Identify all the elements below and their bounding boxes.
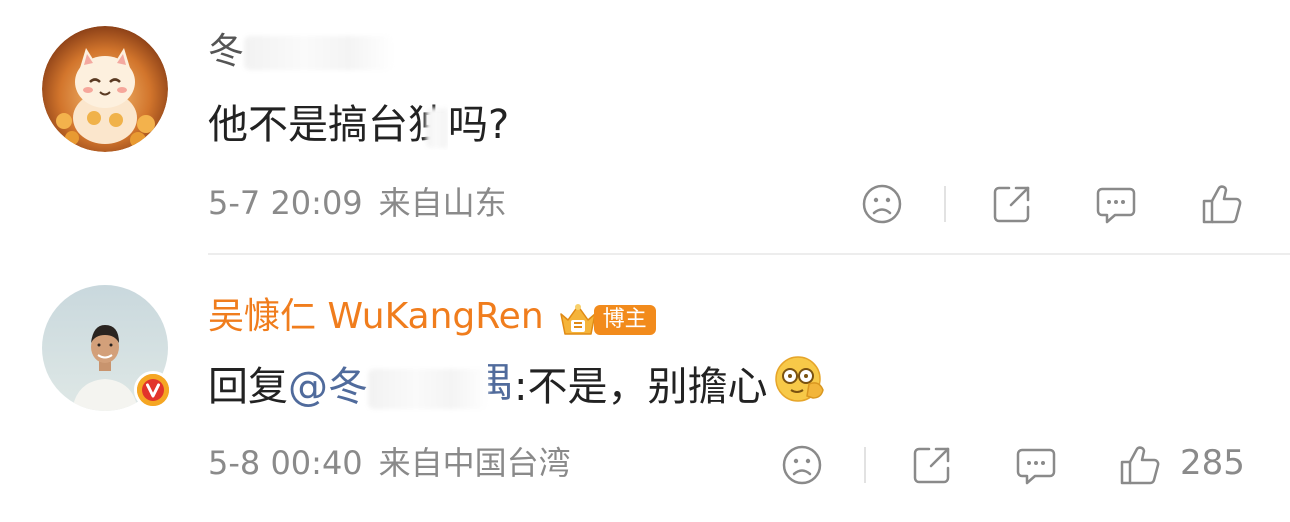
- comment-location: 来自中国台湾: [378, 444, 571, 482]
- reply-prefix: 回复: [208, 364, 288, 410]
- action-divider: [944, 186, 946, 222]
- sad-face-icon[interactable]: [860, 182, 904, 226]
- comment-username[interactable]: 冬: [208, 30, 395, 74]
- thumbs-up-icon[interactable]: [1200, 182, 1244, 226]
- badge-label: 博主: [593, 305, 656, 335]
- comment-text: 他不是搞台独吗?: [208, 100, 509, 150]
- comment-username[interactable]: 吴慷仁 WuKangRen 博主: [208, 295, 656, 339]
- like-count: 285: [1180, 443, 1245, 483]
- sad-face-icon[interactable]: [780, 443, 824, 487]
- thumbs-up-icon[interactable]: [1118, 443, 1162, 487]
- cat-avatar-icon: [42, 26, 168, 152]
- comment-date: 5-8 00:40: [208, 444, 363, 482]
- blogger-badge: 博主: [558, 297, 656, 335]
- partially-redacted-char: 独: [408, 100, 448, 150]
- reply-text: :不是，别擔心: [514, 364, 768, 410]
- comment-icon[interactable]: [1094, 182, 1138, 226]
- share-icon[interactable]: [910, 443, 954, 487]
- facepalm-emoji-icon: [773, 354, 827, 416]
- action-divider: [864, 447, 866, 483]
- redacted-username: [244, 36, 395, 70]
- comment-meta: 5-8 00:40 来自中国台湾: [208, 443, 571, 483]
- comment-item: 吴慷仁 WuKangRen 博主 回复@冬 禺:不是，别擔心 5-8 00:40 来…: [0, 255, 1290, 522]
- user-mention[interactable]: @冬禺: [288, 360, 514, 410]
- mention-tail: 禺: [488, 360, 514, 406]
- share-icon[interactable]: [990, 182, 1034, 226]
- verified-v-icon: [134, 371, 172, 409]
- comment-text: 回复@冬 禺:不是，别擔心: [208, 356, 827, 420]
- comment-meta: 5-7 20:09 来自山东: [208, 183, 507, 223]
- comment-location: 来自山东: [378, 184, 507, 222]
- username-text: 吴慷仁 WuKangRen: [208, 296, 544, 337]
- user-avatar[interactable]: [42, 26, 168, 152]
- user-avatar[interactable]: [42, 285, 172, 411]
- comment-date: 5-7 20:09: [208, 184, 363, 222]
- comment-icon[interactable]: [1014, 443, 1058, 487]
- comment-item: 冬 他不是搞台独吗? 5-7 20:09 来自山东: [0, 0, 1290, 253]
- crown-badge-icon: [558, 302, 598, 338]
- comment-text-end: 吗?: [448, 102, 510, 148]
- comment-text-start: 他不是搞台: [208, 102, 408, 148]
- username-text: 冬: [208, 31, 245, 72]
